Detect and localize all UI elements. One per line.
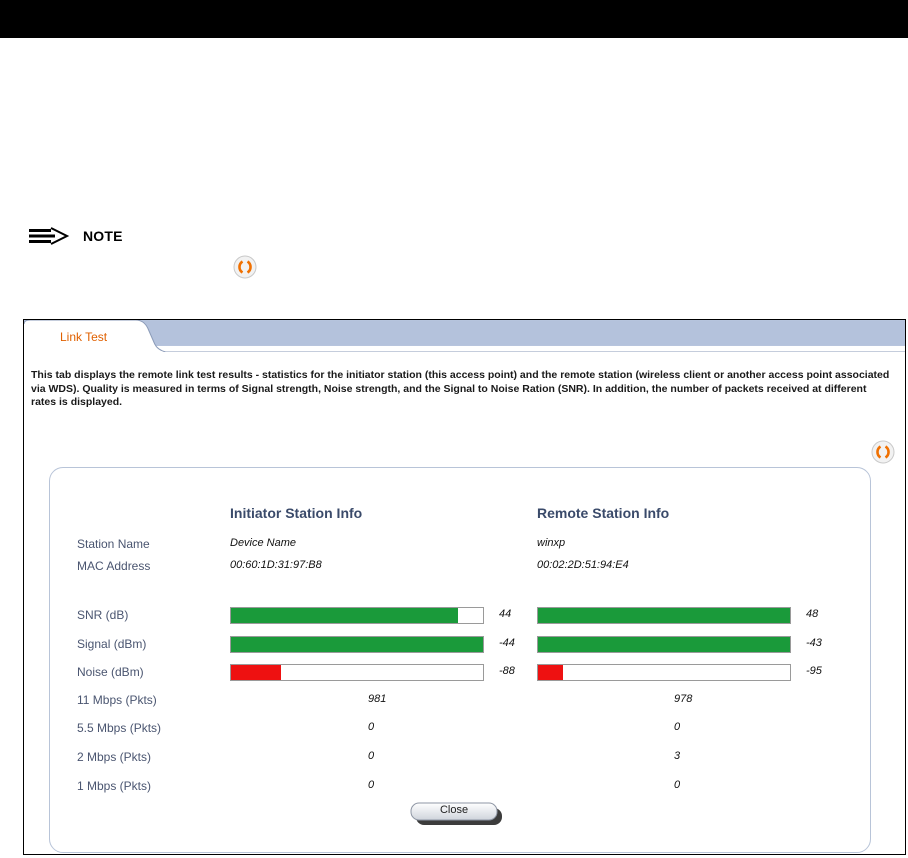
remote-rate-5-5: 0 xyxy=(674,721,681,733)
remote-heading: Remote Station Info xyxy=(537,505,670,521)
close-button-label: Close xyxy=(439,804,469,816)
link-test-window: Link Test This tab displays the remote l… xyxy=(23,319,906,855)
initiator-rate-5-5: 0 xyxy=(368,721,375,733)
tab-bar xyxy=(24,320,905,352)
bar-fill xyxy=(538,665,564,680)
remote-noise-bar xyxy=(537,664,791,681)
initiator-snr-value: 44 xyxy=(499,608,512,620)
initiator-signal-bar xyxy=(230,636,484,653)
close-button[interactable]: Close xyxy=(410,801,504,827)
bar-fill xyxy=(231,608,458,623)
initiator-signal-value: -44 xyxy=(499,637,515,649)
rate-1-label: 1 Mbps (Pkts) xyxy=(77,779,152,793)
note-arrow-icon xyxy=(29,227,70,245)
initiator-noise-bar xyxy=(230,664,484,681)
remote-snr-value: 48 xyxy=(806,608,819,620)
initiator-mac-address: 00:60:1D:31:97:B8 xyxy=(230,559,322,571)
remote-rate-1: 0 xyxy=(674,779,681,791)
refresh-icon[interactable] xyxy=(871,440,895,464)
remote-noise-value: -95 xyxy=(806,665,822,677)
remote-station-name: winxp xyxy=(537,537,566,549)
tab-link-test[interactable]: Link Test xyxy=(60,330,107,344)
remote-snr-bar xyxy=(537,607,791,624)
note-row: NOTE xyxy=(27,226,123,246)
snr-label: SNR (dB) xyxy=(77,608,129,622)
initiator-rate-1: 0 xyxy=(368,779,375,791)
bar-fill xyxy=(231,637,483,652)
bar-fill xyxy=(538,637,790,652)
bar-fill xyxy=(538,608,790,623)
remote-rate-2: 3 xyxy=(674,750,681,762)
remote-rate-11: 978 xyxy=(674,693,693,705)
initiator-station-name: Device Name xyxy=(230,537,297,549)
description-text: This tab displays the remote link test r… xyxy=(31,369,890,408)
link-test-panel: Initiator Station Info Remote Station In… xyxy=(49,467,871,853)
remote-signal-value: -43 xyxy=(806,637,822,649)
initiator-rate-11: 981 xyxy=(368,693,387,705)
initiator-heading: Initiator Station Info xyxy=(230,505,363,521)
top-bar xyxy=(0,0,908,38)
refresh-icon[interactable] xyxy=(233,255,257,279)
initiator-noise-value: -88 xyxy=(499,665,515,677)
bar-fill xyxy=(231,665,282,680)
noise-label: Noise (dBm) xyxy=(77,665,144,679)
mac-address-label: MAC Address xyxy=(77,559,151,573)
initiator-rate-2: 0 xyxy=(368,750,375,762)
note-label: NOTE xyxy=(83,228,123,244)
signal-label: Signal (dBm) xyxy=(77,637,147,651)
station-name-label: Station Name xyxy=(77,537,150,551)
rate-11-label: 11 Mbps (Pkts) xyxy=(77,693,157,707)
rate-5-5-label: 5.5 Mbps (Pkts) xyxy=(77,721,162,735)
remote-signal-bar xyxy=(537,636,791,653)
rate-2-label: 2 Mbps (Pkts) xyxy=(77,750,152,764)
remote-mac-address: 00:02:2D:51:94:E4 xyxy=(537,559,629,571)
initiator-snr-bar xyxy=(230,607,484,624)
